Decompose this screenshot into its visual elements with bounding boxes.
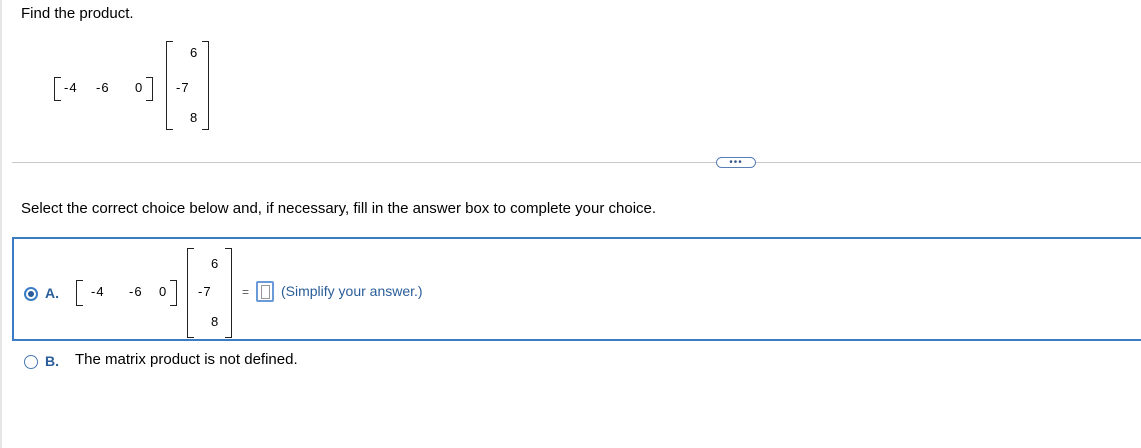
row-matrix-entry-3: 0 bbox=[135, 80, 144, 95]
column-matrix-left-bracket bbox=[166, 41, 173, 130]
choice-a-letter: A. bbox=[45, 285, 59, 301]
choice-a-column-matrix-entry-2: -7 bbox=[198, 284, 212, 299]
choice-a-row-matrix-left-bracket bbox=[76, 280, 83, 306]
row-matrix-left-bracket bbox=[54, 77, 61, 101]
choice-a-column-matrix-right-bracket bbox=[225, 248, 232, 338]
column-matrix-entry-1: 6 bbox=[190, 45, 199, 60]
choice-a-radio[interactable] bbox=[24, 287, 38, 301]
choice-a-column-matrix-entry-1: 6 bbox=[211, 256, 220, 271]
row-matrix-right-bracket bbox=[146, 77, 153, 101]
row-matrix-entry-1: -4 bbox=[64, 80, 78, 95]
choice-a-column-matrix-left-bracket bbox=[187, 248, 194, 338]
column-matrix-right-bracket bbox=[202, 41, 209, 130]
choice-b-letter: B. bbox=[45, 353, 59, 369]
equals-sign: = bbox=[242, 285, 250, 299]
question-prompt: Find the product. bbox=[21, 5, 134, 22]
choice-a-row-matrix-right-bracket bbox=[170, 280, 177, 306]
answer-input-box[interactable] bbox=[256, 281, 274, 302]
choice-a-row-matrix-entry-1: -4 bbox=[91, 284, 105, 299]
choice-a-container bbox=[12, 237, 1141, 341]
section-divider bbox=[12, 162, 1141, 163]
choice-a-row-matrix-entry-2: -6 bbox=[129, 284, 143, 299]
choice-b-text[interactable]: The matrix product is not defined. bbox=[75, 351, 298, 368]
simplify-hint: (Simplify your answer.) bbox=[281, 283, 423, 299]
choice-a-column-matrix-entry-3: 8 bbox=[211, 314, 220, 329]
row-matrix-entry-2: -6 bbox=[96, 80, 110, 95]
choice-a-row-matrix-entry-3: 0 bbox=[159, 284, 168, 299]
left-edge-rule bbox=[0, 0, 2, 448]
more-options-button[interactable]: ••• bbox=[716, 157, 756, 168]
column-matrix-entry-3: 8 bbox=[190, 110, 199, 125]
column-matrix-entry-2: -7 bbox=[176, 80, 190, 95]
instruction-text: Select the correct choice below and, if … bbox=[21, 200, 657, 217]
choice-b-radio[interactable] bbox=[24, 355, 38, 369]
